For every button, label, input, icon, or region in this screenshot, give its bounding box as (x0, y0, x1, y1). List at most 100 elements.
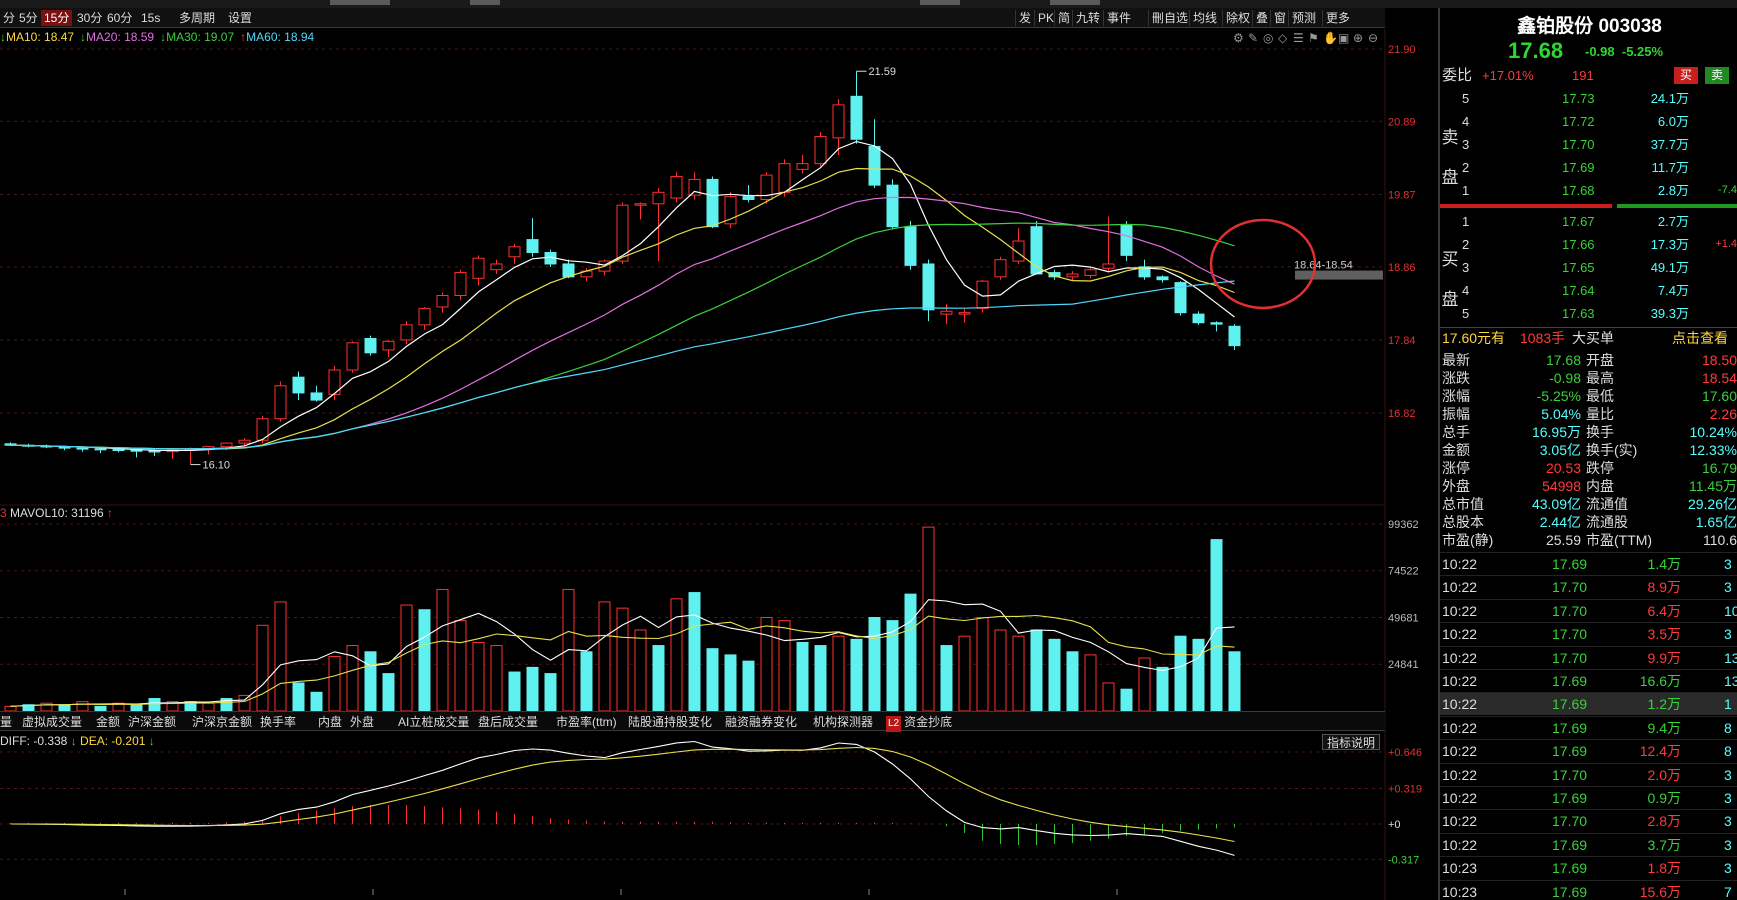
indicator-tab[interactable]: 虚拟成交量 (22, 714, 82, 730)
order-price: 17.66 (1562, 237, 1595, 252)
order-delta: -7.4 (1718, 184, 1737, 196)
indicator-tab[interactable]: 外盘 (350, 714, 374, 730)
stat-value: 10.24% (1689, 424, 1737, 440)
toolbar-item[interactable]: 发 (1015, 10, 1034, 26)
volume-bar (976, 617, 989, 712)
candle (940, 304, 953, 325)
weibi-pct: +17.01% (1482, 68, 1534, 83)
stat-value: 43.09亿 (1531, 496, 1581, 512)
sell-order-row[interactable]: 1 17.68 2.8万 -7.4 (1440, 180, 1737, 201)
indicator-tab[interactable]: L2 资金抄底 (886, 714, 952, 732)
indicator-tab[interactable]: 量 (0, 714, 12, 730)
indicator-tab-label: 金额 (96, 715, 121, 729)
trade-row: 10:22 17.69 3.7万 3 (1440, 832, 1737, 856)
volume-bar (472, 641, 485, 712)
macd-axis-label: +0.319 (1388, 783, 1422, 795)
sell-order-row[interactable]: 5 17.73 24.1万 (1440, 88, 1737, 109)
order-volume: 37.7万 (1650, 137, 1689, 152)
order-level: 5 (1462, 306, 1470, 321)
stat-label: 涨幅 (1442, 388, 1470, 404)
sell-order-row[interactable]: 4 17.72 6.0万 (1440, 111, 1737, 132)
sell-order-row[interactable]: 3 17.70 37.7万 (1440, 134, 1737, 155)
buy-order-row[interactable]: 1 17.67 2.7万 (1440, 211, 1737, 232)
big-buy-row[interactable]: 17.60元有 1083手 大买单 点击查看 (1440, 327, 1737, 348)
toolbar-item[interactable]: 叠 (1252, 10, 1271, 26)
toolbar-item[interactable]: 均线 (1189, 10, 1220, 26)
chart-tool-icon: ✎ (1248, 31, 1258, 45)
buy-order-row[interactable]: 5 17.63 39.3万 (1440, 303, 1737, 324)
sell-button[interactable]: 卖 (1705, 67, 1729, 84)
trade-price: 17.69 (1552, 556, 1588, 572)
indicator-tab[interactable]: 金额 (96, 714, 120, 730)
toolbar-item[interactable]: 九转 (1072, 10, 1103, 26)
stat-label: 金额 (1442, 442, 1470, 458)
vol-axis-label: 99362 (1388, 519, 1419, 531)
volume-bar (832, 635, 845, 712)
toolbar-item[interactable]: 预测 (1288, 10, 1319, 26)
sell-order-row[interactable]: 2 17.69 11.7万 (1440, 157, 1737, 178)
toolbar-item[interactable]: 除权 (1222, 10, 1253, 26)
period-tab[interactable]: 15s (138, 10, 163, 26)
stock-change: -0.98 -5.25% (1585, 44, 1663, 59)
period-tab[interactable]: 多周期 (176, 10, 218, 26)
indicator-tab-label: 沪深京金额 (192, 715, 253, 729)
volume-bar (958, 635, 971, 712)
indicator-tab[interactable]: 内盘 (318, 714, 342, 730)
view-link[interactable]: 点击查看 (1672, 328, 1728, 349)
period-tab[interactable]: 15分 (41, 10, 73, 26)
indicator-tab[interactable]: AI立桩成交量 (398, 714, 469, 730)
period-tab[interactable]: 30分 (74, 10, 105, 26)
macd-axis-label: +0 (1388, 819, 1401, 831)
indicator-tab-label: 量 (0, 715, 13, 729)
buy-button[interactable]: 买 (1674, 67, 1698, 84)
indicator-tab[interactable]: 市盈率(ttm) (556, 714, 617, 730)
trade-row: 10:22 17.70 8.9万 3 (1440, 575, 1737, 598)
buy-order-row[interactable]: 2 17.66 17.3万 +1.4 (1440, 234, 1737, 255)
candle (706, 176, 719, 229)
period-tab[interactable]: 5分 (16, 10, 41, 26)
stat-label: 流通股 (1586, 514, 1628, 530)
toolbar-item[interactable]: 刪自选 (1148, 10, 1191, 26)
candle (634, 202, 647, 220)
trade-row: 10:22 17.69 0.9万 3 (1440, 786, 1737, 809)
period-tab[interactable]: 设置 (225, 10, 255, 26)
trade-volume: 9.9万 (1647, 649, 1681, 666)
toolbar-item[interactable]: 事件 (1103, 10, 1134, 26)
order-price: 17.72 (1562, 114, 1595, 129)
volume-bar (76, 701, 89, 712)
period-tab[interactable]: 60分 (104, 10, 135, 26)
chart-toolbar: 分 5分 15分 30分 60分 15s 多周期 设置发 PK 简九转 事件 刪自选 均线 除权叠窗预测更… (0, 8, 1385, 28)
indicator-tab[interactable]: 换手率 (260, 714, 296, 730)
volume-bar (1138, 657, 1151, 712)
price-axis-label: 19.87 (1388, 189, 1416, 201)
volume-bar (256, 624, 269, 712)
buy-order-row[interactable]: 4 17.64 7.4万 (1440, 280, 1737, 301)
indicator-tab[interactable]: 融资融券变化 (725, 714, 797, 730)
volume-bar (148, 698, 161, 712)
indicator-explain-button[interactable]: 指标说明 (1322, 734, 1381, 750)
mavol10-arrow: ↑ (106, 506, 113, 520)
order-volume: 6.0万 (1657, 114, 1689, 129)
candle (508, 243, 521, 264)
volume-bar (292, 682, 305, 712)
indicator-tab[interactable]: 盘后成交量 (478, 714, 538, 730)
indicator-tab[interactable]: 机构探测器 (813, 714, 873, 730)
indicator-tab[interactable]: 沪深京金额 (192, 714, 252, 730)
volume-bar (1012, 635, 1025, 712)
order-price: 17.67 (1562, 214, 1595, 229)
candle (346, 341, 359, 373)
indicator-tab[interactable]: 陆股通持股变化 (628, 714, 712, 730)
stat-label: 流通值 (1586, 496, 1628, 512)
volume-bar (238, 694, 251, 712)
indicator-tab[interactable]: 沪深金额 (128, 714, 176, 730)
volume-bar (760, 617, 773, 712)
toolbar-item[interactable]: 简 (1054, 10, 1073, 26)
stat-row: 最新 17.68 开盘 18.50 (1440, 351, 1737, 369)
kline-chart[interactable]: 21.90 20.89 19.87 18.86 17.84 16.82 21.59 16.10… (0, 29, 1438, 900)
stat-label: 换手(实) (1586, 442, 1638, 458)
volume-bar (814, 645, 827, 712)
buy-order-row[interactable]: 3 17.65 49.1万 (1440, 257, 1737, 278)
vol-axis-label: 49681 (1388, 613, 1419, 625)
toolbar-item[interactable]: 更多 (1322, 10, 1353, 26)
toolbar-item[interactable]: 窗 (1270, 10, 1289, 26)
